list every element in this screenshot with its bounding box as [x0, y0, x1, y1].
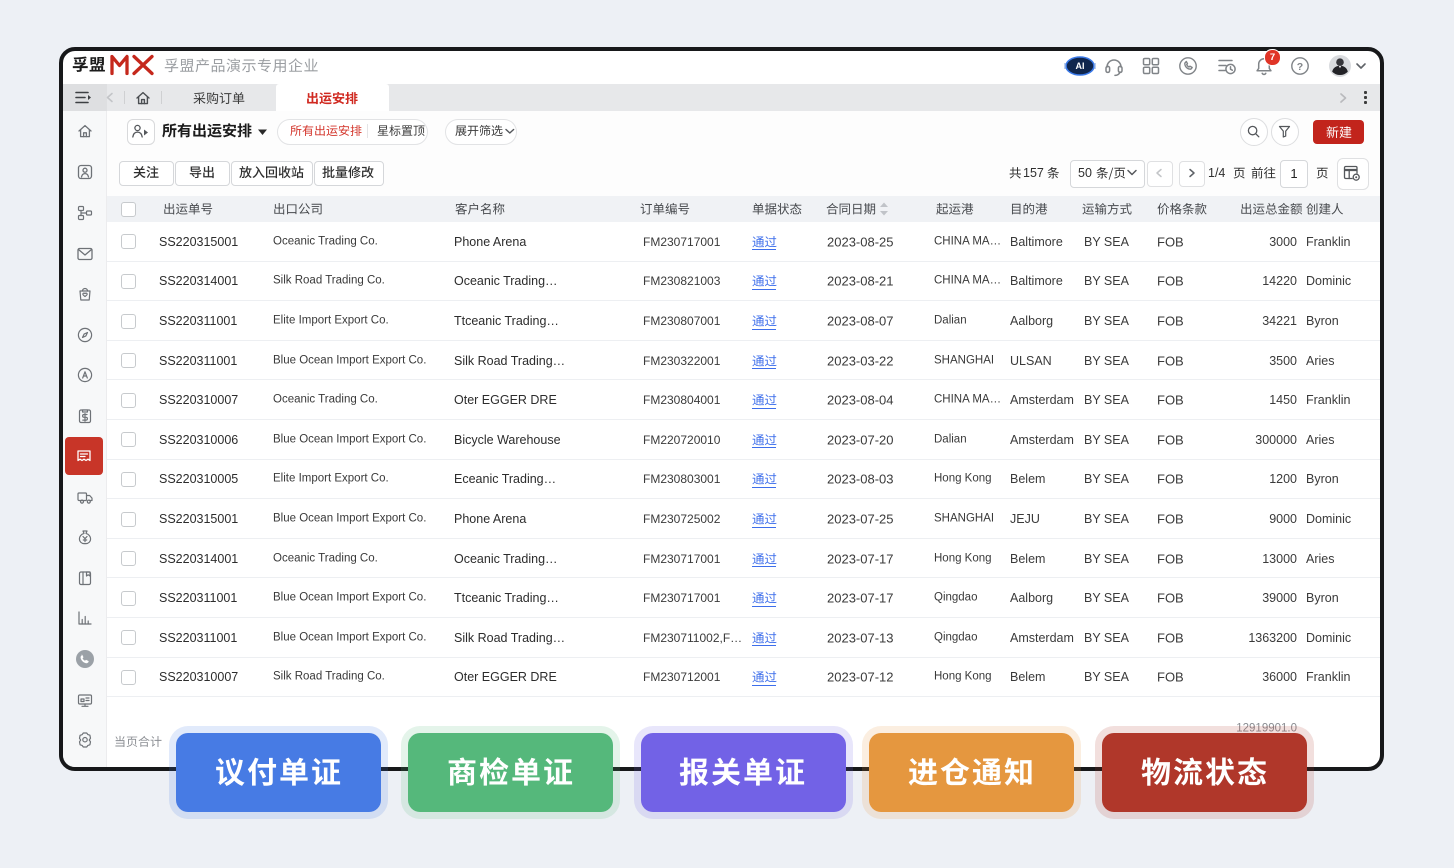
svg-text:AI: AI: [1076, 61, 1085, 71]
svg-text:?: ?: [1297, 61, 1303, 73]
